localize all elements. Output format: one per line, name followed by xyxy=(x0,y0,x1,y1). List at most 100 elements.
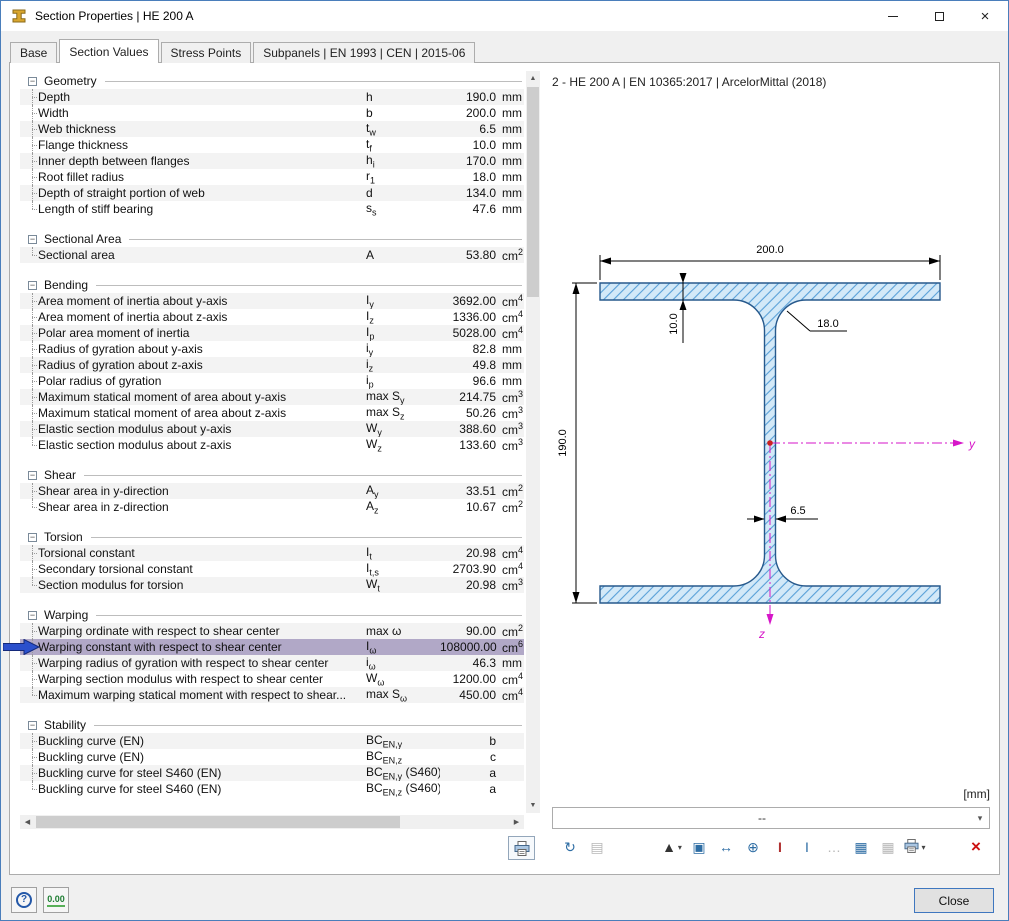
minimize-button[interactable] xyxy=(870,1,916,31)
collapse-icon[interactable]: − xyxy=(28,235,37,244)
group-title: Geometry xyxy=(44,74,97,88)
table-row[interactable]: Warping ordinate with respect to shear c… xyxy=(20,623,524,639)
group-title: Warping xyxy=(44,608,88,622)
vertical-scroll-thumb[interactable] xyxy=(527,87,539,297)
table-row[interactable]: Buckling curve (EN)BCEN,yb xyxy=(20,733,524,749)
row-unit: mm xyxy=(498,186,524,200)
dim-arrow xyxy=(680,273,687,283)
table-row[interactable]: Warping constant with respect to shear c… xyxy=(20,639,524,655)
update-view-button[interactable]: ↻ xyxy=(558,835,582,859)
table-row[interactable]: Length of stiff bearingss47.6mm xyxy=(20,201,524,217)
table-row[interactable]: Buckling curve for steel S460 (EN)BCEN,y… xyxy=(20,765,524,781)
collapse-icon[interactable]: − xyxy=(28,721,37,730)
row-unit: cm4 xyxy=(498,545,524,561)
table-row[interactable]: Root fillet radiusr118.0mm xyxy=(20,169,524,185)
table-row[interactable]: Sectional areaA53.80cm2 xyxy=(20,247,524,263)
row-value: a xyxy=(440,766,498,780)
table-row[interactable]: Section modulus for torsionWt20.98cm3 xyxy=(20,577,524,593)
table-row[interactable]: Torsional constantIt20.98cm4 xyxy=(20,545,524,561)
row-label: Depth of straight portion of web xyxy=(36,186,366,200)
table-row[interactable]: Warping section modulus with respect to … xyxy=(20,671,524,687)
collapse-icon[interactable]: − xyxy=(28,281,37,290)
row-symbol: BCEN,y (S460) xyxy=(366,765,440,781)
close-button[interactable]: Close xyxy=(914,888,994,913)
scroll-up-icon[interactable]: ▲ xyxy=(526,71,540,86)
scroll-left-icon[interactable]: ◀ xyxy=(20,815,35,829)
tab-page: −GeometryDepthh190.0mmWidthb200.0mmWeb t… xyxy=(9,62,1000,875)
section-axes-button[interactable]: I xyxy=(795,835,819,859)
collapse-icon[interactable]: − xyxy=(28,77,37,86)
vertical-scrollbar[interactable]: ▲ ▼ xyxy=(526,71,540,813)
table-row[interactable]: Flange thicknesstf10.0mm xyxy=(20,137,524,153)
table-row[interactable]: Area moment of inertia about z-axisIz133… xyxy=(20,309,524,325)
reset-view-button[interactable]: × xyxy=(964,835,988,859)
tree-line xyxy=(20,137,36,153)
table-row[interactable]: Radius of gyration about z-axisiz49.8mm xyxy=(20,357,524,373)
table-row[interactable]: Elastic section modulus about y-axisWy38… xyxy=(20,421,524,437)
dim-arrow xyxy=(776,516,787,523)
scroll-right-icon[interactable]: ▶ xyxy=(509,815,524,829)
fit-view-button[interactable]: ▣ xyxy=(687,835,711,859)
print-graphic-button[interactable]: ▾ xyxy=(903,835,927,859)
table-row[interactable]: Elastic section modulus about z-axisWz13… xyxy=(20,437,524,453)
table-row[interactable]: Widthb200.0mm xyxy=(20,105,524,121)
table-row[interactable]: Shear area in y-directionAy33.51cm2 xyxy=(20,483,524,499)
row-value: 96.6 xyxy=(440,374,498,388)
grid-button[interactable]: ▦ xyxy=(849,835,873,859)
help-button[interactable]: ? xyxy=(11,887,37,913)
table-row[interactable]: Maximum warping statical moment with res… xyxy=(20,687,524,703)
labels-toggle-button[interactable]: ⊕ xyxy=(741,835,765,859)
horizontal-scroll-thumb[interactable] xyxy=(36,816,400,828)
table-row[interactable]: Depthh190.0mm xyxy=(20,89,524,105)
section-view[interactable]: 200.0 190.0 10.0 18.0 6.5 y z xyxy=(550,91,992,787)
row-label: Maximum warping statical moment with res… xyxy=(36,688,366,702)
table-row[interactable]: Polar area moment of inertiaIp5028.00cm4 xyxy=(20,325,524,341)
maximize-button[interactable] xyxy=(916,1,962,31)
view-mode-button[interactable]: ▲▾ xyxy=(660,835,684,859)
table-row[interactable]: Maximum statical moment of area about z-… xyxy=(20,405,524,421)
table-row[interactable]: Shear area in z-directionAz10.67cm2 xyxy=(20,499,524,515)
tab-stress-points[interactable]: Stress Points xyxy=(161,42,252,63)
tree-line xyxy=(20,437,36,453)
row-symbol: hi xyxy=(366,153,440,169)
table-row[interactable]: Depth of straight portion of webd134.0mm xyxy=(20,185,524,201)
table-row[interactable]: Web thicknesstw6.5mm xyxy=(20,121,524,137)
print-table-button[interactable] xyxy=(508,836,535,860)
table-row[interactable]: Buckling curve (EN)BCEN,zc xyxy=(20,749,524,765)
table-row[interactable]: Secondary torsional constantIt,s2703.90c… xyxy=(20,561,524,577)
tab-base[interactable]: Base xyxy=(10,42,57,63)
tab-section-values[interactable]: Section Values xyxy=(59,39,158,63)
section-designation: 2 - HE 200 A | EN 10365:2017 | ArcelorMi… xyxy=(552,75,826,89)
stress-point-combo[interactable]: -- ▾ xyxy=(552,807,990,829)
dimensions-toggle-button[interactable]: ↔ xyxy=(714,835,738,859)
row-label: Maximum statical moment of area about y-… xyxy=(36,390,366,404)
y-axis-arrow-icon xyxy=(953,440,964,447)
tab-subpanels[interactable]: Subpanels | EN 1993 | CEN | 2015-06 xyxy=(253,42,475,63)
tree-line xyxy=(20,185,36,201)
collapse-icon[interactable]: − xyxy=(28,533,37,542)
table-row[interactable]: Buckling curve for steel S460 (EN)BCEN,z… xyxy=(20,781,524,797)
horizontal-scrollbar[interactable]: ◀ ▶ xyxy=(20,815,524,829)
collapse-icon[interactable]: − xyxy=(28,611,37,620)
table-row[interactable]: Radius of gyration about y-axisiy82.8mm xyxy=(20,341,524,357)
row-value: 2703.90 xyxy=(440,562,498,576)
collapse-icon[interactable]: − xyxy=(28,471,37,480)
table-row[interactable]: Warping radius of gyration with respect … xyxy=(20,655,524,671)
window-controls: × xyxy=(870,1,1008,31)
table-row[interactable]: Inner depth between flangeshi170.0mm xyxy=(20,153,524,169)
table-row[interactable]: Area moment of inertia about y-axisIy369… xyxy=(20,293,524,309)
group-title: Shear xyxy=(44,468,76,482)
units-button[interactable]: 0.00 xyxy=(43,887,69,913)
row-unit: mm xyxy=(498,138,524,152)
maximize-icon xyxy=(935,12,944,21)
principal-axes-button[interactable]: I xyxy=(768,835,792,859)
group-title: Stability xyxy=(44,718,86,732)
close-window-button[interactable]: × xyxy=(962,1,1008,31)
row-label: Width xyxy=(36,106,366,120)
row-label: Maximum statical moment of area about z-… xyxy=(36,406,366,420)
row-value: 190.0 xyxy=(440,90,498,104)
table-row[interactable]: Maximum statical moment of area about y-… xyxy=(20,389,524,405)
table-row[interactable]: Polar radius of gyrationip96.6mm xyxy=(20,373,524,389)
group-title: Sectional Area xyxy=(44,232,121,246)
scroll-down-icon[interactable]: ▼ xyxy=(526,798,540,813)
